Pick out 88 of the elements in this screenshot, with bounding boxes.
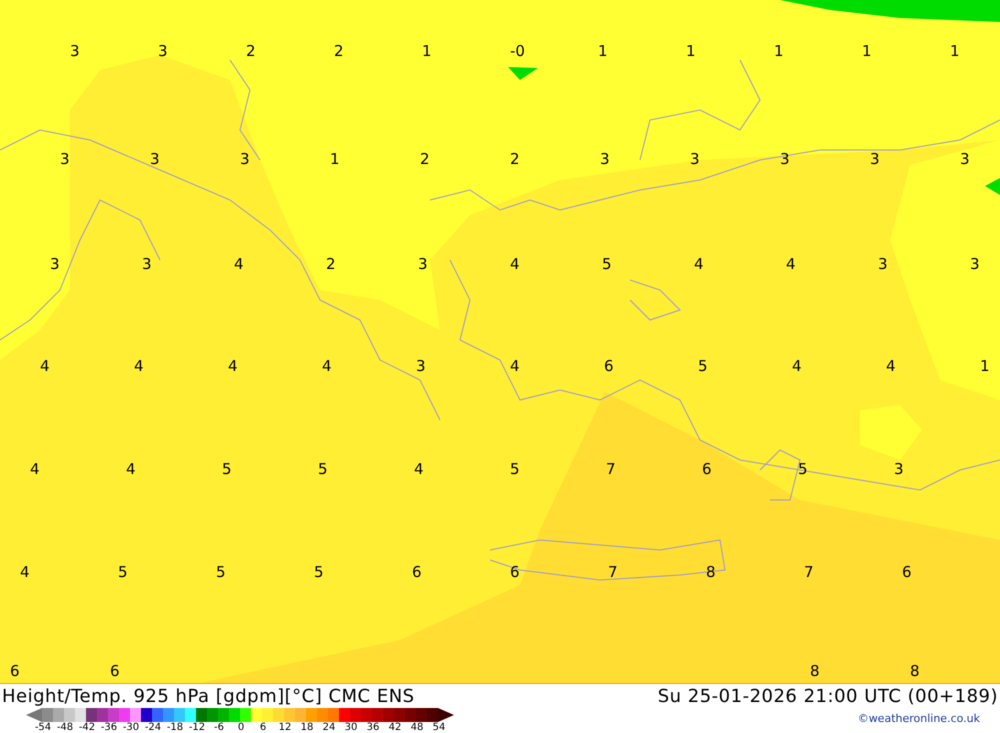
contour-label: 4 bbox=[228, 357, 238, 375]
scale-tick-label: -36 bbox=[100, 722, 118, 733]
contour-label: 1 bbox=[422, 42, 432, 60]
contour-label: 3 bbox=[870, 150, 880, 168]
contour-label: 4 bbox=[414, 460, 424, 478]
scale-tick-label: -30 bbox=[122, 722, 140, 733]
contour-label: 4 bbox=[510, 255, 520, 273]
contour-label: 4 bbox=[126, 460, 136, 478]
contour-label: 5 bbox=[216, 563, 226, 581]
contour-label: 3 bbox=[158, 42, 168, 60]
contour-label: 1 bbox=[330, 150, 340, 168]
contour-label: 3 bbox=[600, 150, 610, 168]
contour-label: 7 bbox=[608, 563, 618, 581]
scale-tick-label: 6 bbox=[258, 722, 268, 733]
contour-label: 6 bbox=[902, 563, 912, 581]
contour-label: 5 bbox=[314, 563, 324, 581]
contour-label: 4 bbox=[322, 357, 332, 375]
contour-label: 4 bbox=[786, 255, 796, 273]
scale-tick-label: 18 bbox=[300, 722, 314, 733]
contour-label: 2 bbox=[326, 255, 336, 273]
scale-tick-label: 30 bbox=[344, 722, 358, 733]
contour-label: 4 bbox=[30, 460, 40, 478]
contour-label: 4 bbox=[694, 255, 704, 273]
scale-tick-label: 36 bbox=[366, 722, 380, 733]
scale-tick-label: 12 bbox=[278, 722, 292, 733]
scale-tick-label: 0 bbox=[236, 722, 246, 733]
contour-label: 3 bbox=[50, 255, 60, 273]
contour-label: 5 bbox=[222, 460, 232, 478]
contour-label: 5 bbox=[602, 255, 612, 273]
contour-label: 3 bbox=[878, 255, 888, 273]
contour-label: 6 bbox=[412, 563, 422, 581]
contour-label: 8 bbox=[810, 662, 820, 680]
scale-tick-label: 24 bbox=[322, 722, 336, 733]
contour-label: 3 bbox=[780, 150, 790, 168]
contour-label: 4 bbox=[886, 357, 896, 375]
contour-label: 5 bbox=[118, 563, 128, 581]
contour-label: 4 bbox=[792, 357, 802, 375]
contour-label: 4 bbox=[234, 255, 244, 273]
scale-tick-label: -42 bbox=[78, 722, 96, 733]
contour-label: 6 bbox=[604, 357, 614, 375]
contour-label: 4 bbox=[20, 563, 30, 581]
forecast-time: Su 25-01-2026 21:00 UTC (00+189) bbox=[658, 686, 998, 706]
contour-label: -0 bbox=[510, 42, 525, 60]
contour-label: 3 bbox=[960, 150, 970, 168]
chart-title: Height/Temp. 925 hPa [gdpm][°C] CMC ENS bbox=[2, 686, 415, 706]
contour-label: 3 bbox=[416, 357, 426, 375]
contour-label: 2 bbox=[246, 42, 256, 60]
contour-label: 7 bbox=[804, 563, 814, 581]
contour-label: 3 bbox=[970, 255, 980, 273]
scale-tick-label: -54 bbox=[34, 722, 52, 733]
scale-tick-label: 54 bbox=[432, 722, 446, 733]
scale-tick-label: 42 bbox=[388, 722, 402, 733]
contour-label: 1 bbox=[980, 357, 990, 375]
contour-label: 5 bbox=[698, 357, 708, 375]
contour-label: 1 bbox=[686, 42, 696, 60]
contour-label: 5 bbox=[318, 460, 328, 478]
contour-label: 4 bbox=[134, 357, 144, 375]
contour-label: 3 bbox=[894, 460, 904, 478]
credit-text: ©weatheronline.co.uk bbox=[858, 712, 980, 725]
contour-label: 6 bbox=[110, 662, 120, 680]
contour-label: 1 bbox=[774, 42, 784, 60]
contour-label: 4 bbox=[40, 357, 50, 375]
scale-tick-label: -12 bbox=[188, 722, 206, 733]
scale-tick-label: 48 bbox=[410, 722, 424, 733]
contour-label: 1 bbox=[598, 42, 608, 60]
contour-label: 3 bbox=[690, 150, 700, 168]
scale-tick-label: -48 bbox=[56, 722, 74, 733]
contour-label: 3 bbox=[142, 255, 152, 273]
contour-label: 6 bbox=[10, 662, 20, 680]
scale-tick-label: -24 bbox=[144, 722, 162, 733]
scale-tick-label: -18 bbox=[166, 722, 184, 733]
scale-tick-label: -6 bbox=[213, 722, 225, 733]
contour-label: 3 bbox=[60, 150, 70, 168]
contour-label: 7 bbox=[606, 460, 616, 478]
contour-label: 5 bbox=[510, 460, 520, 478]
contour-label: 8 bbox=[910, 662, 920, 680]
contour-label: 3 bbox=[150, 150, 160, 168]
contour-label: 3 bbox=[418, 255, 428, 273]
contour-label: 6 bbox=[510, 563, 520, 581]
contour-label: 1 bbox=[950, 42, 960, 60]
contour-label: 2 bbox=[420, 150, 430, 168]
contour-label: 2 bbox=[334, 42, 344, 60]
contour-label: 6 bbox=[702, 460, 712, 478]
contour-label: 1 bbox=[862, 42, 872, 60]
contour-label: 3 bbox=[70, 42, 80, 60]
contour-label: 4 bbox=[510, 357, 520, 375]
contour-label: 3 bbox=[240, 150, 250, 168]
contour-label: 2 bbox=[510, 150, 520, 168]
